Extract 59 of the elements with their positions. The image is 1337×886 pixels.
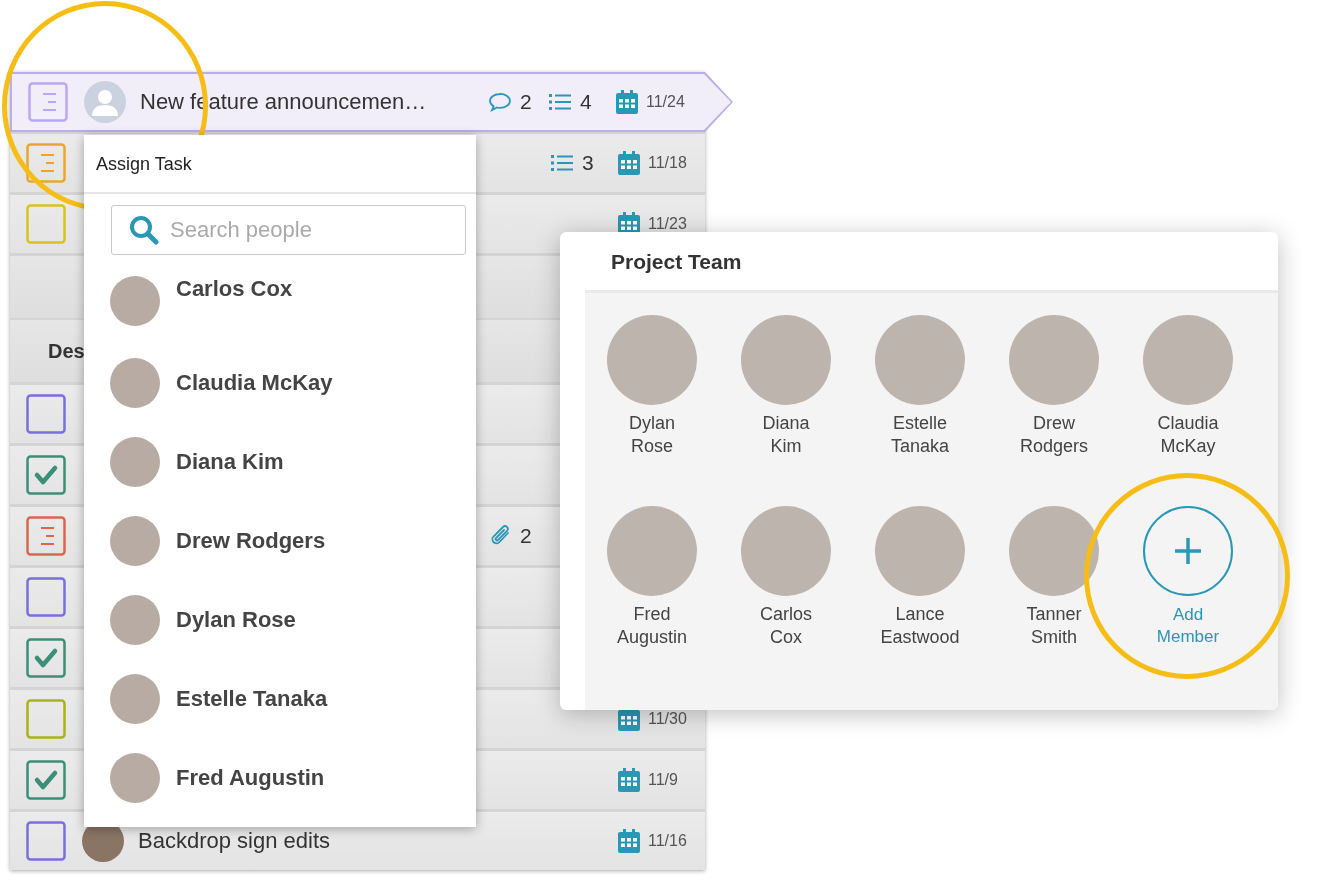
comment-count: 2: [520, 90, 532, 114]
member-name: Fred Augustin: [616, 603, 687, 649]
search-icon: [129, 215, 159, 245]
search-field[interactable]: Search people: [111, 205, 466, 255]
checkbox[interactable]: [26, 455, 66, 495]
avatar-photo: [110, 276, 160, 326]
member-name: Claudia McKay: [1157, 412, 1219, 458]
plus-icon: [1173, 536, 1203, 566]
member-name: Diana Kim: [762, 412, 810, 458]
member-name: Dylan Rose: [629, 412, 675, 458]
avatar-photo: [110, 437, 160, 487]
due-date: 11/18: [648, 154, 687, 172]
checkbox[interactable]: [26, 204, 66, 244]
due-date: 11/30: [648, 710, 687, 728]
person-name[interactable]: Fred Augustin: [176, 765, 325, 791]
checkbox[interactable]: [26, 821, 66, 861]
member-name: Tanner Smith: [1026, 603, 1082, 649]
calendar-icon: [616, 90, 638, 114]
member-name: Lance Eastwood: [880, 603, 960, 649]
add-member-button[interactable]: [1143, 506, 1233, 596]
due-date: 11/16: [648, 832, 687, 850]
avatar-photo: [110, 358, 160, 408]
person-name[interactable]: Drew Rodgers: [176, 528, 326, 554]
checkbox[interactable]: [26, 699, 66, 739]
note-icon[interactable]: [26, 143, 66, 183]
checkbox[interactable]: [26, 760, 66, 800]
person-name[interactable]: Estelle Tanaka: [176, 686, 328, 712]
checkbox[interactable]: [26, 638, 66, 678]
list-icon: [548, 92, 572, 112]
avatar-photo: [110, 753, 160, 803]
person-name[interactable]: Claudia McKay: [176, 370, 333, 396]
calendar-icon: [618, 768, 640, 792]
list-icon: [550, 153, 574, 173]
subtask-count: 4: [580, 90, 592, 114]
avatar-photo: [110, 516, 160, 566]
calendar-icon: [618, 829, 640, 853]
person-name[interactable]: Carlos Cox: [176, 276, 293, 302]
section-title: Des: [48, 339, 85, 363]
task-title[interactable]: Backdrop sign edits: [138, 828, 330, 854]
avatar-photo: [110, 595, 160, 645]
due-date: 11/23: [648, 215, 687, 233]
person-name[interactable]: Diana Kim: [176, 449, 284, 475]
checkbox[interactable]: [26, 394, 66, 434]
member-name: Estelle Tanaka: [890, 412, 949, 458]
checkbox[interactable]: [26, 577, 66, 617]
avatar-photo: [110, 674, 160, 724]
member-name: Drew Rodgers: [1020, 412, 1088, 458]
comment-icon: [488, 92, 512, 112]
subtask-count: 3: [582, 151, 594, 175]
member-name: Carlos Cox: [760, 603, 812, 649]
person-name[interactable]: Dylan Rose: [176, 607, 296, 633]
attachment-count: 2: [520, 524, 532, 548]
popup-title: Assign Task: [84, 135, 476, 194]
card-title: Project Team: [610, 249, 743, 275]
due-date: 11/9: [648, 771, 678, 789]
note-icon[interactable]: [26, 516, 66, 556]
note-icon[interactable]: [28, 82, 68, 122]
calendar-icon: [618, 151, 640, 175]
due-date: 11/24: [646, 93, 685, 111]
